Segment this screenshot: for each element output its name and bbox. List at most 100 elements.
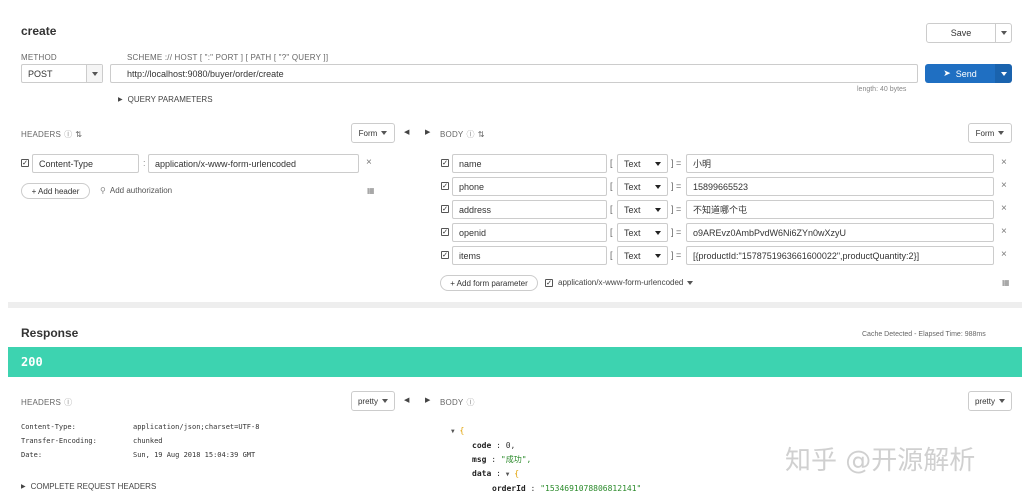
chevron-down-icon bbox=[1000, 31, 1007, 35]
body-param-type: Text bbox=[624, 250, 641, 261]
body-param-type-select[interactable]: Text bbox=[617, 154, 668, 173]
remove-param-icon[interactable]: × bbox=[1001, 203, 1007, 214]
body-param-key-input[interactable]: phone bbox=[452, 177, 607, 196]
body-param-value-input[interactable]: 不知道哪个屯 bbox=[686, 200, 994, 219]
json-key: data bbox=[472, 469, 492, 478]
resp-headers-title-text: HEADERS bbox=[21, 398, 62, 407]
header-separator: : bbox=[143, 158, 146, 168]
resp-headers-pretty-select[interactable]: pretty bbox=[351, 391, 395, 411]
send-icon: ➤ bbox=[943, 68, 951, 78]
req-body-mode-select[interactable]: Form bbox=[968, 123, 1012, 143]
json-key: msg bbox=[472, 455, 487, 464]
add-header-button[interactable]: + Add header bbox=[21, 183, 90, 199]
json-value: 0, bbox=[505, 441, 516, 450]
send-dropdown-button[interactable] bbox=[995, 64, 1012, 83]
resp-header-value: Sun, 19 Aug 2018 15:04:39 GMT bbox=[133, 451, 256, 459]
url-value: http://localhost:9080/buyer/order/create bbox=[127, 68, 284, 79]
req-headers-title: HEADERS ⓘ ⇅ bbox=[21, 129, 82, 140]
trash-icon[interactable]: ▦ bbox=[1002, 278, 1010, 287]
body-param-key: name bbox=[459, 158, 482, 169]
req-body-title: BODY ⓘ ⇅ bbox=[440, 129, 485, 140]
body-param-type-select[interactable]: Text bbox=[617, 200, 668, 219]
complete-headers-toggle[interactable]: ▶ COMPLETE REQUEST HEADERS bbox=[21, 482, 156, 491]
body-param-type: Text bbox=[624, 227, 641, 238]
resp-body-pretty-select[interactable]: pretty bbox=[968, 391, 1012, 411]
collapse-right-icon[interactable]: ▶ bbox=[425, 396, 430, 404]
send-button[interactable]: ➤ Send bbox=[925, 64, 995, 83]
header-value-input[interactable]: application/x-www-form-urlencoded bbox=[148, 154, 359, 173]
remove-header-icon[interactable]: × bbox=[366, 157, 372, 168]
body-param-key-input[interactable]: address bbox=[452, 200, 607, 219]
sort-icon[interactable]: ⇅ bbox=[75, 130, 82, 139]
encoding-select[interactable]: application/x-www-form-urlencoded bbox=[558, 278, 694, 287]
add-form-parameter-button[interactable]: + Add form parameter bbox=[440, 275, 538, 291]
header-row-checkbox[interactable]: ✓ bbox=[21, 159, 29, 167]
body-param-key-input[interactable]: name bbox=[452, 154, 607, 173]
body-param-type-select[interactable]: Text bbox=[617, 177, 668, 196]
chevron-down-icon bbox=[999, 399, 1005, 403]
collapse-left-icon[interactable]: ◀ bbox=[404, 396, 409, 404]
trash-icon[interactable]: ▦ bbox=[367, 186, 375, 195]
body-param-value-input[interactable]: o9AREvz0AmbPvdW6Ni6ZYn0wXzyU bbox=[686, 223, 994, 242]
type-bracket-open: [ bbox=[610, 158, 613, 168]
remove-param-icon[interactable]: × bbox=[1001, 226, 1007, 237]
remove-param-icon[interactable]: × bbox=[1001, 157, 1007, 168]
req-body-mode-label: Form bbox=[975, 128, 995, 138]
json-collapse-icon[interactable]: ▼ bbox=[506, 471, 510, 478]
encoding-checkbox[interactable]: ✓ bbox=[545, 279, 553, 287]
request-name: create bbox=[21, 24, 57, 38]
collapse-left-icon[interactable]: ◀ bbox=[404, 128, 409, 136]
query-params-toggle[interactable]: ▶ QUERY PARAMETERS bbox=[118, 95, 213, 104]
body-param-checkbox[interactable]: ✓ bbox=[441, 182, 449, 190]
body-param-checkbox[interactable]: ✓ bbox=[441, 159, 449, 167]
body-param-value-input[interactable]: 15899665523 bbox=[686, 177, 994, 196]
body-param-type: Text bbox=[624, 158, 641, 169]
url-input[interactable]: http://localhost:9080/buyer/order/create bbox=[110, 64, 918, 83]
header-key-input[interactable]: Content-Type bbox=[32, 154, 139, 173]
body-param-key-input[interactable]: items bbox=[452, 246, 607, 265]
chevron-down-icon bbox=[382, 399, 388, 403]
remove-param-icon[interactable]: × bbox=[1001, 180, 1007, 191]
remove-param-icon[interactable]: × bbox=[1001, 249, 1007, 260]
json-collapse-icon[interactable]: ▼ bbox=[451, 428, 455, 435]
cache-status: Cache Detected - Elapsed Time: 988ms bbox=[862, 331, 986, 338]
save-dropdown-button[interactable] bbox=[995, 23, 1012, 43]
body-param-type-select[interactable]: Text bbox=[617, 223, 668, 242]
json-value: "成功", bbox=[500, 455, 532, 464]
req-headers-mode-select[interactable]: Form bbox=[351, 123, 395, 143]
resp-header-value: application/json;charset=UTF-8 bbox=[133, 423, 260, 431]
chevron-down-icon bbox=[655, 161, 661, 166]
type-bracket-open: [ bbox=[610, 204, 613, 214]
resp-header-key: Date: bbox=[21, 451, 43, 459]
body-param-checkbox[interactable]: ✓ bbox=[441, 228, 449, 236]
json-colon: : bbox=[530, 484, 541, 493]
type-bracket-close: ] = bbox=[671, 204, 682, 214]
body-param-checkbox[interactable]: ✓ bbox=[441, 251, 449, 259]
req-body-title-text: BODY bbox=[440, 130, 464, 139]
body-param-value-input[interactable]: 小明 bbox=[686, 154, 994, 173]
resp-headers-mode-label: pretty bbox=[357, 396, 378, 406]
body-param-key: openid bbox=[459, 227, 487, 238]
type-bracket-open: [ bbox=[610, 181, 613, 191]
type-bracket-close: ] = bbox=[671, 227, 682, 237]
add-authorization-link[interactable]: ⚲ Add authorization bbox=[100, 186, 172, 195]
collapse-right-icon[interactable]: ▶ bbox=[425, 128, 430, 136]
type-bracket-open: [ bbox=[610, 227, 613, 237]
resp-header-value: chunked bbox=[133, 437, 163, 445]
sort-icon[interactable]: ⇅ bbox=[478, 130, 485, 139]
chevron-right-icon: ▶ bbox=[21, 484, 26, 490]
query-params-label: QUERY PARAMETERS bbox=[127, 95, 213, 104]
json-key: code bbox=[472, 441, 492, 450]
add-param-label: + Add form parameter bbox=[450, 278, 528, 288]
body-param-key-input[interactable]: openid bbox=[452, 223, 607, 242]
body-param-type: Text bbox=[624, 204, 641, 215]
chevron-down-icon bbox=[655, 184, 661, 189]
method-select[interactable]: POST bbox=[21, 64, 103, 83]
body-param-type-select[interactable]: Text bbox=[617, 246, 668, 265]
body-param-value-input[interactable]: [{productId:"1578751963661600022",produc… bbox=[686, 246, 994, 265]
chevron-down-icon bbox=[91, 71, 98, 76]
body-param-checkbox[interactable]: ✓ bbox=[441, 205, 449, 213]
header-key-value: Content-Type bbox=[39, 158, 94, 169]
save-label: Save bbox=[950, 28, 972, 38]
save-button[interactable]: Save bbox=[926, 23, 996, 43]
